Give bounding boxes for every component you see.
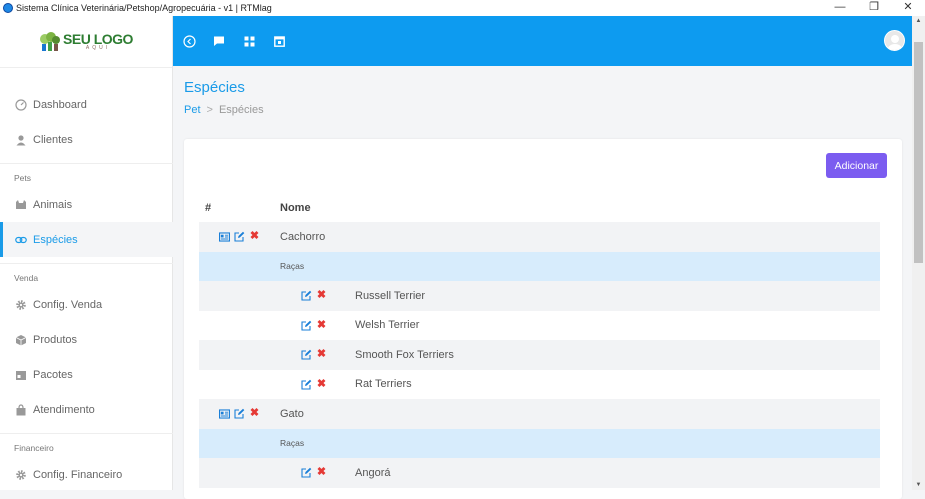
cat-icon (15, 199, 27, 211)
header-hash: # (205, 201, 212, 214)
delete-icon[interactable]: ✖ (249, 408, 260, 419)
table-row: ✖ Angorá (199, 458, 880, 488)
sidebar-item-atendimento[interactable]: Atendimento (0, 392, 173, 427)
delete-icon[interactable]: ✖ (316, 290, 327, 301)
delete-icon[interactable]: ✖ (316, 319, 327, 331)
sidebar-item-label: Produtos (33, 333, 78, 346)
window-title: Sistema Clínica Veterinária/Petshop/Agro… (16, 3, 272, 13)
table-row: ✖ Welsh Terrier (199, 311, 880, 341)
breed-name: Russell Terrier (355, 289, 426, 302)
chat-icon[interactable] (212, 34, 226, 48)
edit-icon[interactable] (301, 379, 312, 390)
minimize-button[interactable]: — (823, 0, 857, 16)
table-row: ✖ Russell Terrier (199, 281, 880, 311)
bag-icon (15, 403, 27, 416)
page-title: Espécies (184, 79, 245, 96)
edit-icon[interactable] (234, 231, 245, 242)
delete-icon[interactable]: ✖ (249, 231, 260, 242)
box-icon (15, 334, 27, 346)
sidebar-item-label: Config. Venda (33, 298, 103, 311)
sidebar-item-label: Clientes (33, 133, 73, 146)
breed-name: Welsh Terrier (355, 319, 420, 332)
sidebar: SEU LOGO AQUI Dashboard Clientes Pets An… (0, 16, 173, 490)
sidebar-item-especies[interactable]: Espécies (0, 222, 173, 257)
logo-tree-icon (39, 31, 61, 52)
window-titlebar: Sistema Clínica Veterinária/Petshop/Agro… (0, 0, 925, 16)
edit-icon[interactable] (301, 349, 312, 360)
speedometer-icon (15, 98, 27, 111)
user-icon (15, 134, 27, 146)
sidebar-item-produtos[interactable]: Produtos (0, 322, 173, 357)
logo[interactable]: SEU LOGO AQUI (0, 16, 172, 68)
avatar[interactable] (884, 30, 905, 51)
table-row: ✖ Rat Terriers (199, 370, 880, 400)
grid-icon[interactable] (242, 34, 256, 48)
edit-icon[interactable] (234, 408, 245, 419)
back-circle-icon[interactable] (182, 34, 196, 48)
window-controls: — ❐ ✕ (823, 0, 925, 16)
scroll-down-icon[interactable]: ▼ (912, 482, 925, 488)
add-button[interactable]: Adicionar (826, 153, 887, 178)
section-title-pets: Pets (0, 163, 173, 187)
scrollbar-thumb[interactable] (914, 42, 923, 263)
breadcrumb: Pet > Espécies (184, 104, 264, 116)
species-table: # Nome ✖ Cachorro Raças ✖ Russell Terrie… (199, 193, 880, 488)
logo-subtext: AQUI (85, 45, 111, 51)
details-icon[interactable] (219, 408, 230, 419)
link-icon (15, 234, 27, 246)
gear-icon (15, 469, 27, 481)
sidebar-item-label: Dashboard (33, 98, 87, 111)
gear-icon (15, 299, 27, 311)
species-name: Cachorro (280, 230, 326, 243)
sidebar-item-config-venda[interactable]: Config. Venda (0, 287, 173, 322)
breadcrumb-separator: > (206, 104, 213, 116)
edit-icon[interactable] (301, 290, 312, 301)
topbar (173, 16, 912, 66)
package-icon (15, 369, 27, 381)
table-row: ✖ Smooth Fox Terriers (199, 340, 880, 370)
breeds-subheader: Raças (199, 428, 880, 458)
edit-icon[interactable] (301, 320, 312, 331)
sidebar-nav: Dashboard Clientes Pets Animais Espécies… (0, 86, 173, 492)
sidebar-item-config-financeiro[interactable]: Config. Financeiro (0, 457, 173, 492)
table-header: # Nome (199, 193, 880, 222)
breed-name: Smooth Fox Terriers (355, 348, 454, 361)
delete-icon[interactable]: ✖ (316, 378, 327, 390)
sidebar-item-dashboard[interactable]: Dashboard (0, 87, 173, 122)
delete-icon[interactable]: ✖ (316, 467, 327, 478)
breadcrumb-link-pet[interactable]: Pet (184, 104, 201, 116)
breeds-subheader-label: Raças (280, 261, 305, 272)
delete-icon[interactable]: ✖ (316, 349, 327, 360)
logo-text: SEU LOGO (63, 31, 133, 47)
breed-name: Rat Terriers (355, 378, 412, 391)
details-icon[interactable] (219, 231, 230, 242)
breeds-subheader-label: Raças (280, 438, 305, 449)
table-row: ✖ Gato (199, 399, 880, 429)
sidebar-item-label: Espécies (33, 233, 78, 246)
calendar-icon[interactable] (272, 34, 286, 48)
section-title-venda: Venda (0, 263, 173, 287)
close-window-button[interactable]: ✕ (891, 0, 925, 16)
breed-name: Angorá (355, 466, 391, 479)
app-icon (3, 3, 13, 13)
sidebar-item-label: Pacotes (33, 368, 73, 381)
species-name: Gato (280, 407, 304, 420)
restore-button[interactable]: ❐ (857, 0, 891, 16)
section-title-financeiro: Financeiro (0, 433, 173, 457)
sidebar-item-clientes[interactable]: Clientes (0, 122, 173, 157)
sidebar-item-label: Atendimento (33, 403, 95, 416)
breadcrumb-current: Espécies (218, 104, 264, 116)
sidebar-item-animais[interactable]: Animais (0, 187, 173, 222)
scroll-up-icon[interactable]: ▲ (912, 18, 925, 24)
table-row: ✖ Cachorro (199, 222, 880, 252)
scrollbar[interactable]: ▲ ▼ (912, 16, 925, 490)
header-name: Nome (280, 201, 311, 214)
sidebar-item-label: Config. Financeiro (33, 468, 123, 481)
edit-icon[interactable] (301, 467, 312, 478)
sidebar-item-label: Animais (33, 198, 73, 211)
breeds-subheader: Raças (199, 251, 880, 281)
sidebar-item-pacotes[interactable]: Pacotes (0, 357, 173, 392)
